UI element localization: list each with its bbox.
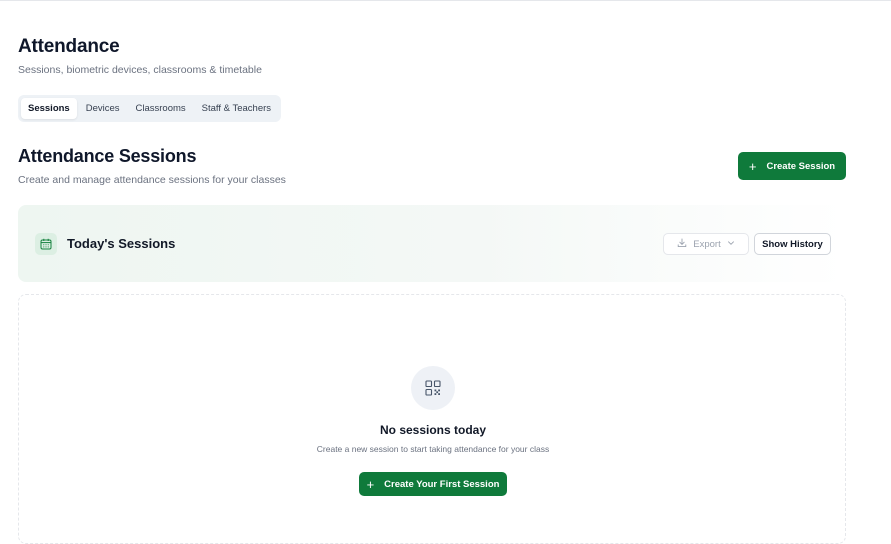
attendance-page: Attendance Sessions, biometric devices, … [18, 0, 846, 544]
qr-code-icon [411, 366, 455, 410]
empty-state-description: Create a new session to start taking att… [316, 444, 550, 454]
tab-classrooms[interactable]: Classrooms [129, 98, 193, 119]
tab-bar: Sessions Devices Classrooms Staff & Teac… [18, 95, 282, 122]
export-dropdown-button[interactable]: Export [663, 233, 749, 255]
chevron-down-icon [727, 239, 735, 250]
page-title: Attendance [18, 36, 120, 57]
tab-devices[interactable]: Devices [79, 98, 127, 119]
page-subtitle: Sessions, biometric devices, classrooms … [18, 64, 262, 76]
todays-sessions-title: Today's Sessions [67, 236, 176, 251]
empty-state-title: No sessions today [379, 423, 487, 437]
plus-icon: + [748, 158, 757, 174]
create-first-session-button[interactable]: + Create Your First Session [359, 472, 507, 496]
calendar-icon [35, 233, 57, 255]
download-icon [677, 238, 687, 251]
tab-staff-teachers[interactable]: Staff & Teachers [195, 98, 278, 119]
plus-icon: + [366, 476, 375, 492]
section-title: Attendance Sessions [18, 146, 197, 166]
create-first-session-label: Create Your First Session [384, 478, 500, 490]
empty-state-container: No sessions today Create a new session t… [18, 294, 846, 544]
show-history-button[interactable]: Show History [754, 233, 831, 255]
section-subtitle: Create and manage attendance sessions fo… [18, 174, 286, 186]
create-session-button[interactable]: + Create Session [738, 152, 846, 180]
todays-sessions-panel: Today's Sessions Export Show History [18, 205, 846, 282]
create-session-label: Create Session [766, 160, 836, 172]
export-label: Export [693, 238, 721, 250]
tab-sessions[interactable]: Sessions [21, 98, 77, 119]
